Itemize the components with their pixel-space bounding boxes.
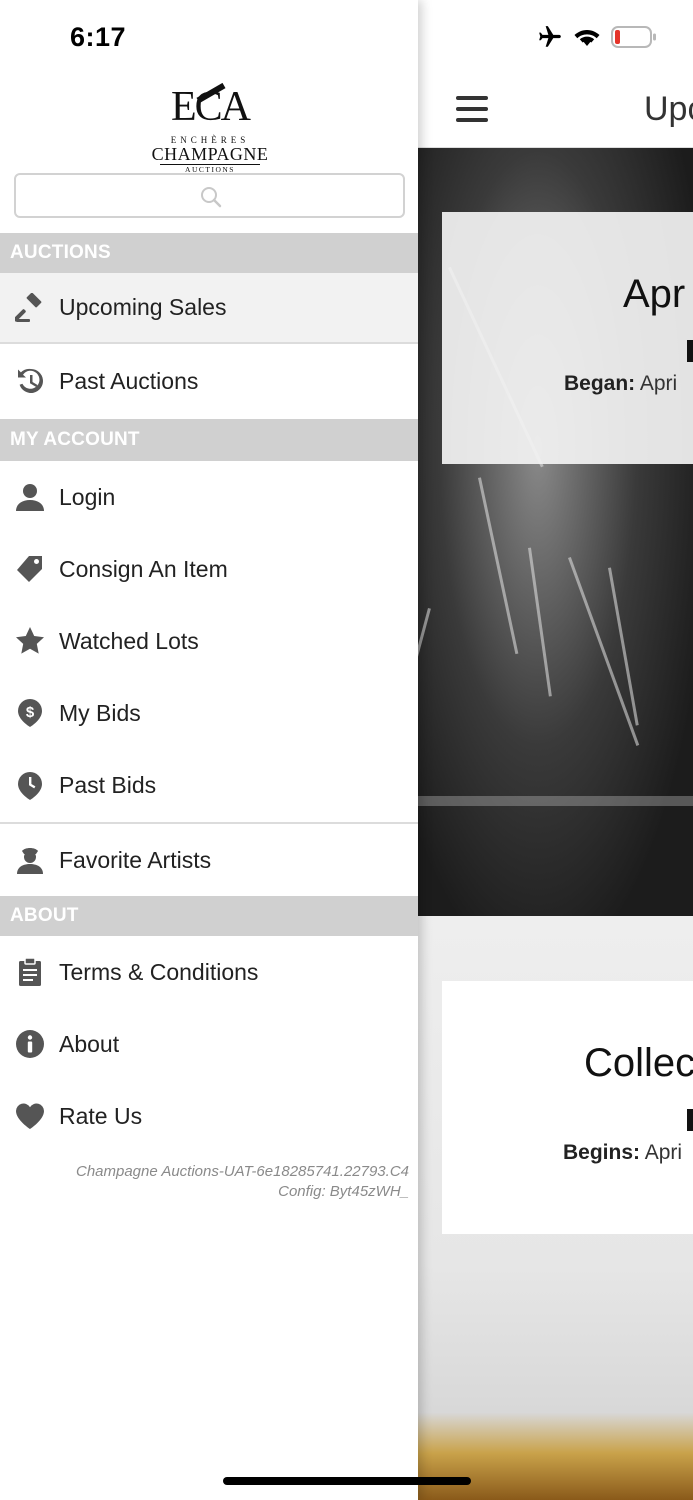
- auction-title: Apr: [623, 272, 686, 316]
- gavel-icon: [14, 292, 46, 324]
- clipboard-icon: [14, 956, 46, 988]
- menu-item-past-bids[interactable]: Past Bids: [0, 749, 418, 822]
- section-about: ABOUT: [0, 896, 418, 936]
- menu-item-past-auctions[interactable]: Past Auctions: [0, 344, 418, 418]
- build-config: Config: Byt45zWH_: [278, 1183, 409, 1200]
- status-icons: [537, 24, 657, 50]
- user-icon: [14, 481, 46, 513]
- menu-item-my-bids[interactable]: $ My Bids: [0, 677, 418, 749]
- build-version: Champagne Auctions-UAT-6e18285741.22793.…: [75, 1163, 409, 1180]
- logo: ECA ENCHÈRES CHAMPAGNE AUCTIONS: [151, 82, 269, 174]
- auction-title: Collec: [584, 1041, 693, 1085]
- side-drawer: ECA ENCHÈRES CHAMPAGNE AUCTIONS AUCTIONS…: [0, 0, 418, 1500]
- menu-item-login[interactable]: Login: [0, 461, 418, 533]
- airplane-icon: [539, 26, 561, 47]
- menu-item-label: Watched Lots: [59, 627, 199, 654]
- home-indicator[interactable]: [223, 1477, 471, 1485]
- auction-date: Begins: Apri: [563, 1141, 683, 1164]
- menu-item-consign[interactable]: Consign An Item: [0, 533, 418, 605]
- section-my-account: MY ACCOUNT: [0, 419, 418, 461]
- menu-item-label: My Bids: [59, 699, 141, 726]
- page-title: Upc: [644, 90, 693, 128]
- star-icon: [14, 625, 46, 657]
- menu-item-label: Login: [59, 483, 116, 510]
- info-icon: [14, 1028, 46, 1060]
- menu-item-about[interactable]: About: [0, 1008, 418, 1080]
- menu-item-label: About: [59, 1030, 120, 1057]
- menu-item-label: Terms & Conditions: [59, 958, 259, 985]
- dollar-pin-icon: $: [14, 697, 46, 729]
- menu-item-favorite-artists[interactable]: Favorite Artists: [0, 824, 418, 896]
- history-icon: [14, 365, 46, 397]
- build-info: Champagne Auctions-UAT-6e18285741.22793.…: [9, 1162, 409, 1202]
- menu-item-terms[interactable]: Terms & Conditions: [0, 936, 418, 1008]
- auction-card[interactable]: Collec Begins: Apri: [442, 981, 693, 1234]
- auction-card[interactable]: Apr Began: Apri: [442, 212, 693, 464]
- menu-item-watched-lots[interactable]: Watched Lots: [0, 605, 418, 677]
- menu-item-upcoming-sales[interactable]: Upcoming Sales: [0, 273, 418, 342]
- menu-item-label: Past Auctions: [59, 367, 199, 394]
- search-icon: [201, 187, 222, 208]
- clock-pin-icon: [14, 770, 46, 802]
- menu-item-label: Consign An Item: [59, 555, 228, 582]
- battery-icon: [611, 26, 656, 48]
- menu-item-label: Past Bids: [59, 772, 157, 798]
- svg-text:$: $: [26, 704, 35, 721]
- menu-icon[interactable]: [456, 96, 488, 124]
- main-header: Upc: [418, 72, 693, 148]
- menu-item-rate-us[interactable]: Rate Us: [0, 1080, 418, 1152]
- menu-item-label: Rate Us: [59, 1102, 143, 1129]
- status-time: 6:17: [70, 22, 127, 52]
- search-input[interactable]: [14, 173, 405, 218]
- wifi-icon: [574, 30, 600, 46]
- artist-icon: [14, 844, 46, 876]
- section-auctions: AUCTIONS: [0, 233, 418, 273]
- status-bar: 6:17: [0, 0, 693, 80]
- auction-date: Began: Apri: [564, 372, 678, 395]
- tag-icon: [14, 553, 46, 585]
- menu-item-label: Favorite Artists: [59, 846, 212, 873]
- menu-item-label: Upcoming Sales: [59, 294, 227, 320]
- heart-icon: [14, 1100, 46, 1132]
